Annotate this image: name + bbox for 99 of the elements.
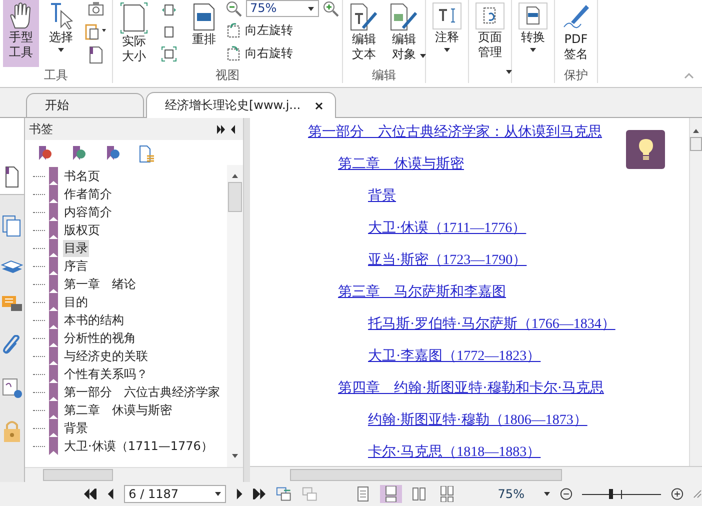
bookmark-icon: [49, 257, 59, 275]
page-list-icon[interactable]: [139, 145, 155, 163]
bookmark-item[interactable]: 第二章 休谟与斯密: [63, 402, 173, 418]
document-tab[interactable]: 开始: [26, 93, 144, 117]
tips-button[interactable]: [626, 130, 665, 169]
group-label: 编辑: [371, 67, 397, 83]
reflow-button[interactable]: 重排: [186, 0, 222, 67]
scrollbar[interactable]: [227, 165, 243, 467]
close-icon[interactable]: [314, 102, 323, 110]
scrollbar[interactable]: [250, 466, 702, 482]
toc-link[interactable]: 大卫·休谟（1711—1776）: [368, 221, 526, 236]
bookmark-item[interactable]: 大卫·休谟（1711—1776）: [63, 438, 214, 454]
continuous-page-icon[interactable]: [380, 485, 402, 503]
bookmark-icon: [49, 293, 59, 311]
zoom-dropdown[interactable]: 75%: [246, 0, 319, 17]
camera-icon[interactable]: [87, 2, 105, 16]
rotate-left-icon: [226, 22, 242, 38]
page-thumbnail-icon[interactable]: [5, 166, 19, 188]
first-page-icon[interactable]: [84, 487, 96, 501]
bookmark-icon: [49, 203, 59, 221]
toc-link[interactable]: 第三章 马尔萨斯和李嘉图: [338, 285, 506, 300]
scrollbar[interactable]: [689, 118, 702, 466]
rotate-left-button[interactable]: 向左旋转: [226, 20, 339, 40]
bookmark-icon: [49, 167, 59, 185]
resize-grip-icon[interactable]: [693, 489, 702, 499]
panel-options-icon[interactable]: [217, 124, 237, 134]
bookmark-page-icon[interactable]: [89, 46, 103, 64]
bookmark-icon: [49, 347, 59, 365]
rotate-right-button[interactable]: 向右旋转: [226, 43, 339, 63]
bookmark-item[interactable]: 第一部分 六位古典经济学家: [63, 384, 221, 400]
toc-link[interactable]: 卡尔·马克思（1818—1883）: [368, 445, 541, 460]
pages-icon[interactable]: [2, 215, 22, 237]
pdf-sign-button[interactable]: PDF 签名: [558, 0, 594, 67]
lightbulb-icon: [638, 138, 654, 162]
toc-link[interactable]: 亚当·斯密（1723—1790）: [368, 253, 527, 268]
lock-icon[interactable]: [2, 419, 22, 443]
bookmark-icon: [49, 239, 59, 257]
delete-bookmark-icon[interactable]: [37, 145, 53, 161]
zoom-out-icon[interactable]: [560, 487, 572, 501]
group-label: 保护: [563, 67, 589, 83]
panel-title: 书签: [29, 120, 53, 138]
bookmark-icon: [49, 419, 59, 437]
bookmark-icon: [49, 221, 59, 239]
document-tab[interactable]: 经济增长理论史[www.j...: [146, 92, 336, 118]
bookmark-item[interactable]: 目的: [63, 294, 89, 310]
fit-width-icon[interactable]: [161, 2, 177, 18]
toc-link[interactable]: 背景: [368, 189, 396, 204]
bookmark-item[interactable]: 与经济史的关联: [63, 348, 149, 364]
last-page-icon[interactable]: [253, 487, 266, 501]
bookmark-item[interactable]: 分析性的视角: [63, 330, 137, 346]
convert-button[interactable]: 转换: [515, 0, 551, 83]
clipboard-icon[interactable]: [85, 22, 107, 40]
rotate-right-icon: [226, 45, 242, 61]
previous-page-icon[interactable]: [106, 487, 114, 501]
bookmark-item[interactable]: 版权页: [63, 222, 101, 238]
bookmark-icon: [49, 383, 59, 401]
actual-size-button[interactable]: 实际大小: [116, 0, 152, 67]
scrollbar[interactable]: [25, 467, 243, 482]
bookmark-item[interactable]: 内容简介: [63, 204, 113, 220]
edit-text-button[interactable]: 编辑文本: [346, 0, 382, 67]
slider-thumb[interactable]: [609, 489, 614, 499]
bookmark-item[interactable]: 第一章 绪论: [63, 276, 137, 292]
hand-tool-button[interactable]: 手型工具: [3, 0, 39, 67]
bookmark-icon: [49, 185, 59, 203]
zoom-in-icon[interactable]: [670, 487, 684, 501]
bookmark-item[interactable]: 背景: [63, 420, 89, 436]
bookmark-item[interactable]: 个性有关系吗？: [63, 366, 149, 382]
edit-object-button[interactable]: 编辑对象: [386, 0, 422, 67]
annotate-button[interactable]: 注释: [429, 0, 465, 83]
previous-view-icon[interactable]: [276, 486, 292, 502]
toc-link[interactable]: 约翰·斯图亚特·穆勒（1806—1873）: [368, 413, 588, 428]
bookmark-item[interactable]: 书名页: [63, 168, 101, 184]
bookmark-arrow-icon[interactable]: [105, 145, 121, 161]
bookmark-icon: [49, 311, 59, 329]
bookmark-item[interactable]: 作者简介: [63, 186, 113, 202]
toc-link[interactable]: 第一部分 六位古典经济学家：从休谟到马克思: [308, 125, 602, 140]
bookmark-icon: [49, 329, 59, 347]
group-label: 视图: [214, 67, 240, 83]
toc-link[interactable]: 托马斯·罗伯特·马尔萨斯（1766—1834）: [368, 317, 616, 332]
bookmark-icon: [49, 275, 59, 293]
bookmark-icon: [49, 401, 59, 419]
bookmark-item[interactable]: 目录: [63, 240, 89, 256]
page-number-field[interactable]: 6 / 1187: [124, 485, 226, 503]
signature-document-icon[interactable]: [1, 377, 23, 399]
next-page-icon[interactable]: [236, 487, 244, 501]
page-manage-button[interactable]: 页面管理: [472, 0, 508, 83]
group-label: 工具: [43, 67, 69, 83]
fit-visible-icon[interactable]: [161, 46, 177, 62]
toc-link[interactable]: 第二章 休谟与斯密: [338, 157, 464, 172]
add-bookmark-icon[interactable]: [71, 145, 87, 161]
bookmark-icon: [49, 365, 59, 383]
bookmark-item[interactable]: 序言: [63, 258, 89, 274]
toc-link[interactable]: 第四章 约翰·斯图亚特·穆勒和卡尔·马克思: [338, 381, 604, 396]
zoom-slider[interactable]: [582, 487, 661, 501]
bookmark-icon: [49, 437, 59, 455]
select-tool-button[interactable]: 选择: [43, 0, 79, 67]
zoom-level-dropdown[interactable]: 75%: [498, 486, 550, 502]
toc-link[interactable]: 大卫·李嘉图（1772—1823）: [368, 349, 541, 364]
bookmark-item[interactable]: 本书的结构: [63, 312, 125, 328]
